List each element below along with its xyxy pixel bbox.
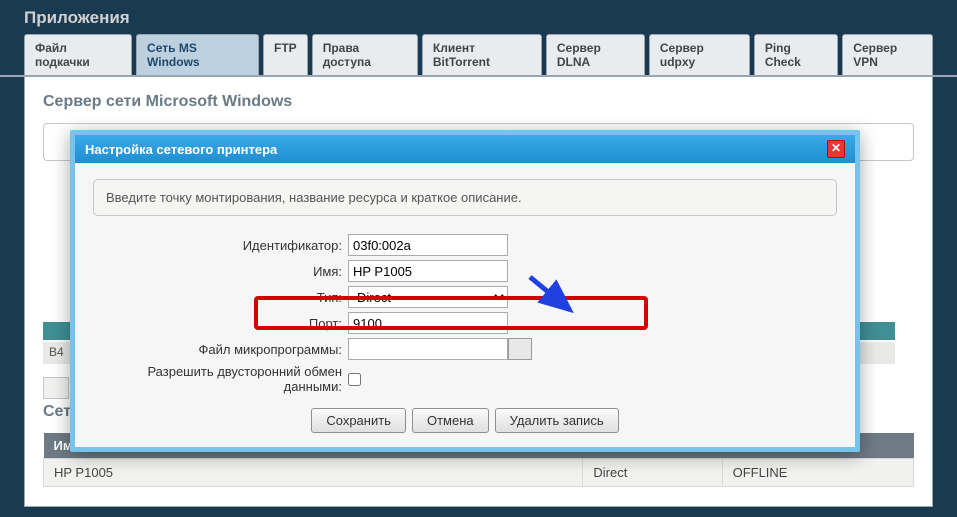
port-label: Порт: [93,316,348,331]
row-bidir: Разрешить двусторонний обмен данными: [93,364,837,394]
cancel-button[interactable]: Отмена [412,408,489,433]
row-id: Идентификатор: [93,234,837,256]
row-firmware: Файл микропрограммы: [93,338,837,360]
save-button[interactable]: Сохранить [311,408,406,433]
small-button-box[interactable] [43,377,69,399]
delete-button[interactable]: Удалить запись [495,408,619,433]
page-title: Приложения [0,0,957,34]
modal-hint: Введите точку монтирования, название рес… [93,179,837,216]
printer-settings-modal: Настройка сетевого принтера ✕ Введите то… [70,130,860,452]
tab-access[interactable]: Права доступа [312,34,418,75]
section-title: Сервер сети Microsoft Windows [43,93,914,111]
tab-pingcheck[interactable]: Ping Check [754,34,838,75]
modal-buttons: Сохранить Отмена Удалить запись [93,408,837,433]
name-label: Имя: [93,264,348,279]
modal-titlebar: Настройка сетевого принтера ✕ [75,135,855,163]
id-input[interactable] [348,234,508,256]
row-port: Порт: [93,312,837,334]
tab-vpn[interactable]: Сервер VPN [842,34,933,75]
row-type: Тип: Direct [93,286,837,308]
firmware-input[interactable] [348,338,508,360]
close-icon[interactable]: ✕ [827,140,845,158]
type-label: Тип: [93,290,348,305]
tab-dlna[interactable]: Сервер DLNA [546,34,645,75]
cell-name: HP P1005 [44,459,583,487]
bidir-checkbox[interactable] [348,373,361,386]
tab-swap[interactable]: Файл подкачки [24,34,132,75]
tab-ftp[interactable]: FTP [263,34,308,75]
modal-title-text: Настройка сетевого принтера [85,142,277,157]
browse-button[interactable] [508,338,532,360]
id-label: Идентификатор: [93,238,348,253]
firmware-label: Файл микропрограммы: [93,342,348,357]
cell-status: OFFLINE [722,459,913,487]
port-input[interactable] [348,312,508,334]
tab-bittorrent[interactable]: Клиент BitTorrent [422,34,542,75]
bidir-label: Разрешить двусторонний обмен данными: [93,364,348,394]
type-select[interactable]: Direct [348,286,508,308]
name-input[interactable] [348,260,508,282]
tab-bar: Файл подкачки Сеть MS Windows FTP Права … [0,34,957,77]
tab-ms-windows[interactable]: Сеть MS Windows [136,34,259,75]
row-name: Имя: [93,260,837,282]
tab-udpxy[interactable]: Сервер udpxy [649,34,750,75]
table-row[interactable]: HP P1005 Direct OFFLINE [44,459,914,487]
cell-type: Direct [583,459,722,487]
